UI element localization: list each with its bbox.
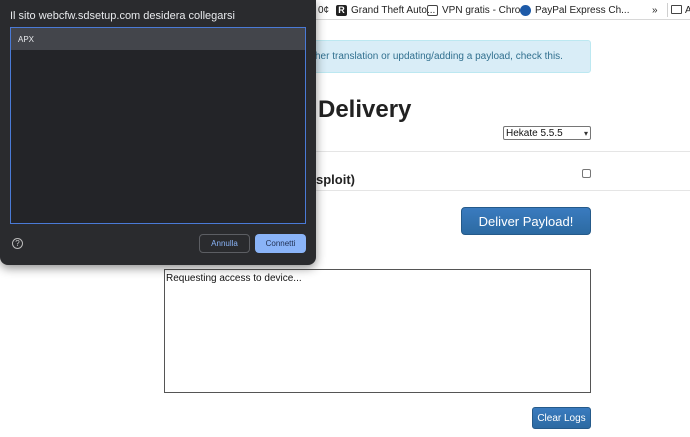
divider — [300, 190, 690, 191]
payload-select[interactable]: Hekate 5.5.5 ▾ — [503, 126, 591, 140]
divider — [300, 151, 690, 152]
bookmarks-divider — [667, 3, 668, 17]
bookmark-label: Grand Theft Auto... — [351, 4, 436, 16]
clear-logs-button[interactable]: Clear Logs — [532, 407, 591, 429]
bookmark-paypal[interactable]: PayPal Express Ch... — [520, 3, 629, 17]
info-alert: her translation or updating/adding a pay… — [300, 40, 591, 73]
deliver-payload-button[interactable]: Deliver Payload! — [461, 207, 591, 235]
payload-select-value: Hekate 5.5.5 — [506, 127, 563, 139]
device-name: APX — [18, 34, 35, 44]
chevron-right-icon: » — [652, 4, 658, 16]
page-heading: Delivery — [318, 96, 412, 123]
device-list-item[interactable]: APX — [11, 28, 305, 50]
chevron-down-icon: ▾ — [583, 128, 588, 138]
bookmark-label: 0¢ — [318, 4, 330, 16]
rockstar-icon: R — [336, 4, 347, 16]
bookmark-label: PayPal Express Ch... — [535, 4, 630, 16]
bookmark-item[interactable]: 0¢ — [318, 3, 329, 17]
device-list[interactable]: APX — [10, 27, 306, 224]
connect-button[interactable]: Connetti — [255, 234, 306, 253]
log-text: Requesting access to device... — [166, 273, 302, 284]
bookmark-gta[interactable]: R Grand Theft Auto... — [336, 3, 435, 17]
help-glyph: ? — [15, 239, 20, 248]
globe-icon — [520, 4, 531, 16]
bookmark-label: VPN gratis - Chro... — [442, 4, 529, 16]
option-label: sploit) — [316, 172, 355, 187]
bookmark-folder-label[interactable]: A — [685, 3, 690, 17]
alert-text: her translation or updating/adding a pay… — [315, 51, 563, 62]
vpn-icon — [427, 4, 438, 16]
option-checkbox[interactable] — [582, 169, 591, 178]
dialog-title: Il sito webcfw.sdsetup.com desidera coll… — [10, 10, 235, 22]
bookmark-label: A — [685, 4, 690, 16]
folder-icon[interactable] — [671, 5, 682, 14]
help-icon[interactable]: ? — [12, 238, 23, 249]
log-textarea[interactable]: Requesting access to device... — [164, 269, 591, 393]
cancel-button[interactable]: Annulla — [199, 234, 250, 253]
bookmark-vpn[interactable]: VPN gratis - Chro... — [427, 3, 529, 17]
bookmarks-overflow-button[interactable]: » — [652, 3, 658, 17]
device-permission-dialog: Il sito webcfw.sdsetup.com desidera coll… — [0, 0, 316, 265]
